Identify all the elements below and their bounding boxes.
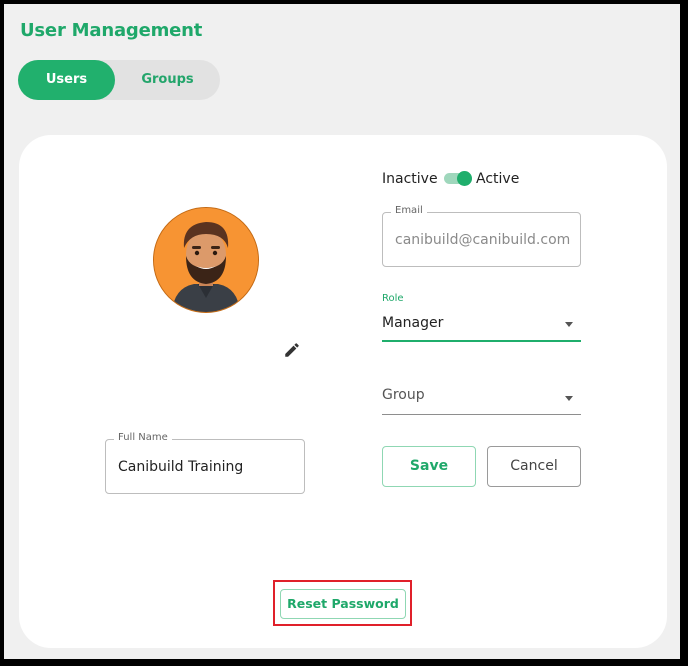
role-select-value: Manager [382, 315, 444, 331]
email-field[interactable]: Email canibuild@canibuild.com [382, 205, 581, 267]
tab-groups[interactable]: Groups [115, 60, 220, 100]
caret-down-icon [565, 396, 573, 401]
email-field-value: canibuild@canibuild.com [395, 231, 571, 248]
inactive-label: Inactive [382, 171, 438, 187]
tab-users[interactable]: Users [18, 60, 115, 100]
reset-password-button[interactable]: Reset Password [280, 589, 406, 619]
full-name-field-value: Canibuild Training [118, 458, 244, 475]
role-select-label: Role [382, 293, 404, 304]
tab-switcher: Users Groups [18, 60, 220, 100]
pencil-icon[interactable] [283, 341, 301, 359]
cancel-button[interactable]: Cancel [487, 446, 581, 487]
user-avatar-illustration [154, 208, 258, 312]
group-select[interactable]: Group [382, 381, 581, 415]
caret-down-icon [565, 322, 573, 327]
app-window: User Management Users Groups Inactive Ac… [4, 4, 683, 662]
active-toggle[interactable] [444, 171, 472, 186]
full-name-field[interactable]: Full Name Canibuild Training [105, 432, 305, 494]
page-title: User Management [20, 20, 203, 41]
user-detail-card: Inactive Active Email canibuild@canibuil… [19, 135, 667, 648]
toggle-thumb [457, 171, 472, 186]
role-select[interactable]: Role Manager [382, 289, 581, 342]
group-select-label: Group [382, 387, 425, 403]
avatar[interactable] [153, 207, 259, 313]
save-button[interactable]: Save [382, 446, 476, 487]
active-label: Active [476, 171, 520, 187]
